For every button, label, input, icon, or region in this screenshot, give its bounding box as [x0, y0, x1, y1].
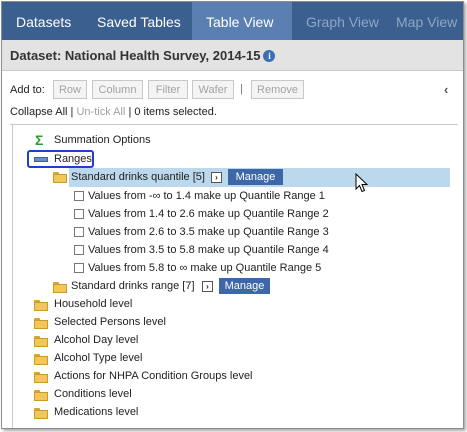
folder-icon	[34, 390, 48, 401]
expand-quantile-button[interactable]: ›	[211, 172, 222, 183]
add-to-label: Add to:	[10, 84, 45, 96]
folder-icon	[34, 372, 48, 383]
quantile-range-item[interactable]: Values from 1.4 to 2.6 make up Quantile …	[88, 206, 329, 222]
manage-range-button[interactable]: Manage	[219, 278, 270, 294]
tab-graph-view: Graph View	[306, 14, 379, 30]
mouse-cursor-icon	[355, 173, 369, 193]
add-column-button[interactable]: Column	[92, 80, 143, 99]
add-filter-button[interactable]: Filter	[148, 80, 188, 99]
tree-item-conditions-level[interactable]: Conditions level	[54, 386, 132, 402]
checkbox[interactable]	[74, 191, 84, 201]
toolbar-separator: |	[240, 83, 243, 95]
selection-toolbar: Collapse All | Un-tick All | 0 items sel…	[10, 106, 217, 118]
folder-icon	[34, 318, 48, 329]
folder-icon	[34, 300, 48, 311]
dataset-title-text: Dataset: National Health Survey, 2014-15	[10, 48, 261, 63]
tab-datasets[interactable]: Datasets	[2, 2, 82, 40]
ruler-icon	[34, 157, 48, 162]
collapse-all-link[interactable]: Collapse All	[10, 106, 67, 118]
tree-guide-line	[12, 124, 13, 428]
remove-button[interactable]: Remove	[251, 80, 304, 99]
quantile-range-item[interactable]: Values from 3.5 to 5.8 make up Quantile …	[88, 242, 329, 258]
tab-table-view[interactable]: Table View	[192, 2, 292, 40]
divider	[10, 124, 458, 125]
tree-item-household-level[interactable]: Household level	[54, 296, 132, 312]
tab-map-view: Map View	[396, 14, 458, 30]
tree-item-standard-drinks-quantile[interactable]: Standard drinks quantile [5]	[71, 169, 205, 185]
tree-item-medications-level[interactable]: Medications level	[54, 404, 138, 420]
tree-item-standard-drinks-range[interactable]: Standard drinks range [7]	[71, 278, 195, 294]
checkbox[interactable]	[74, 227, 84, 237]
checkbox[interactable]	[74, 209, 84, 219]
selection-count: 0 items selected.	[134, 106, 217, 118]
folder-icon	[34, 354, 48, 365]
quantile-range-item[interactable]: Values from 2.6 to 3.5 make up Quantile …	[88, 224, 329, 240]
sigma-icon: Σ	[35, 132, 44, 148]
tree-item-ranges[interactable]: Ranges	[54, 151, 92, 167]
expand-range-button[interactable]: ›	[202, 281, 213, 292]
tab-saved-tables[interactable]: Saved Tables	[82, 2, 192, 40]
app-window: Datasets Saved Tables Table View Graph V…	[1, 1, 464, 429]
folder-icon	[53, 282, 67, 293]
info-icon[interactable]: i	[263, 50, 276, 62]
quantile-range-item[interactable]: Values from -∞ to 1.4 make up Quantile R…	[88, 188, 325, 204]
add-wafer-button[interactable]: Wafer	[192, 80, 234, 99]
selection-separator: |	[70, 106, 74, 118]
tree-item-nhpa-actions-level[interactable]: Actions for NHPA Condition Groups level	[54, 368, 253, 384]
tree-item-summation[interactable]: Summation Options	[54, 132, 151, 148]
folder-icon	[34, 336, 48, 347]
tree-item-selected-persons-level[interactable]: Selected Persons level	[54, 314, 166, 330]
folder-icon	[53, 172, 67, 183]
tab-bar: Datasets Saved Tables Table View Graph V…	[2, 2, 463, 40]
checkbox[interactable]	[74, 245, 84, 255]
folder-icon	[34, 408, 48, 419]
checkbox[interactable]	[74, 263, 84, 273]
add-row-button[interactable]: Row	[53, 80, 87, 99]
manage-quantile-button[interactable]: Manage	[228, 169, 283, 185]
tree-item-alcohol-type-level[interactable]: Alcohol Type level	[54, 350, 142, 366]
dataset-bar: Dataset: National Health Survey, 2014-15…	[2, 40, 463, 71]
selection-separator: |	[128, 106, 132, 118]
dataset-title: Dataset: National Health Survey, 2014-15…	[10, 48, 276, 63]
quantile-range-item[interactable]: Values from 5.8 to ∞ make up Quantile Ra…	[88, 260, 321, 276]
tree-item-alcohol-day-level[interactable]: Alcohol Day level	[54, 332, 138, 348]
untick-all-link: Un-tick All	[76, 106, 126, 118]
chevron-left-icon[interactable]: ‹	[444, 82, 448, 97]
